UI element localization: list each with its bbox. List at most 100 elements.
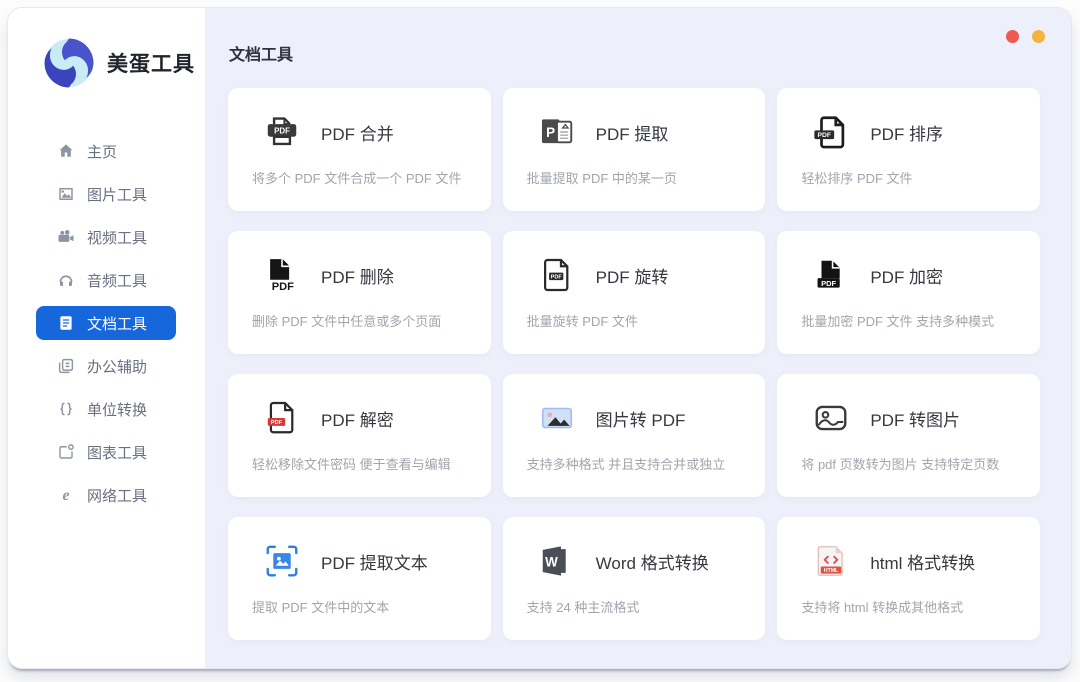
chart-tools-icon	[57, 443, 75, 461]
video-tools-icon	[57, 228, 75, 246]
card-image-to-pdf[interactable]: 图片转 PDF 支持多种格式 并且支持合并或独立	[503, 374, 766, 497]
card-title: PDF 解密	[321, 406, 394, 431]
sidebar-item-office-assist[interactable]: 办公辅助	[36, 349, 176, 383]
card-title: 图片转 PDF	[596, 406, 686, 431]
tools-grid: PDFPDF 合并将多个 PDF 文件合成一个 PDF 文件PPDF 提取批量提…	[228, 88, 1040, 640]
card-head: PDF PDF 排序	[777, 88, 1040, 151]
card-word-convert[interactable]: WWord 格式转换支持 24 种主流格式	[503, 517, 766, 640]
card-title: html 格式转换	[870, 549, 975, 574]
card-pdf-delete[interactable]: PDF PDF 删除删除 PDF 文件中任意或多个页面	[228, 231, 491, 354]
sidebar-item-label: 办公辅助	[87, 356, 147, 377]
sidebar-item-video-tools[interactable]: 视频工具	[36, 220, 176, 254]
card-title: PDF 排序	[870, 120, 943, 145]
card-desc: 批量加密 PDF 文件 支持多种模式	[777, 311, 1040, 330]
pdf-delete-icon: PDF	[263, 256, 301, 294]
card-html-convert[interactable]: HTML html 格式转换支持将 html 转换成其他格式	[777, 517, 1040, 640]
sidebar-item-document-tools[interactable]: 文档工具	[36, 306, 176, 340]
card-head: PDF PDF 加密	[777, 231, 1040, 294]
card-pdf-extract-text[interactable]: PDF 提取文本提取 PDF 文件中的文本	[228, 517, 491, 640]
sidebar: 美蛋工具 主页图片工具视频工具音频工具文档工具办公辅助单位转换图表工具 e 网络工具	[8, 8, 205, 668]
sidebar-item-label: 文档工具	[87, 313, 147, 334]
sidebar-item-unit-convert[interactable]: 单位转换	[36, 392, 176, 426]
card-head: PDF PDF 删除	[228, 231, 491, 294]
svg-text:PDF: PDF	[821, 279, 836, 288]
card-head: 图片转 PDF	[503, 374, 766, 437]
card-desc: 支持多种格式 并且支持合并或独立	[503, 454, 766, 473]
card-pdf-decrypt[interactable]: PDF PDF 解密轻松移除文件密码 便于查看与编辑	[228, 374, 491, 497]
svg-text:PDF: PDF	[550, 274, 562, 280]
card-title: PDF 提取	[596, 120, 669, 145]
unit-convert-icon	[57, 400, 75, 418]
pdf-rotate-icon: PDF	[538, 256, 576, 294]
card-pdf-merge[interactable]: PDFPDF 合并将多个 PDF 文件合成一个 PDF 文件	[228, 88, 491, 211]
document-tools-icon	[57, 314, 75, 332]
word-convert-icon: W	[538, 542, 576, 580]
sidebar-item-audio-tools[interactable]: 音频工具	[36, 263, 176, 297]
card-title: PDF 合并	[321, 120, 394, 145]
window-dots	[1006, 30, 1045, 43]
sidebar-item-label: 视频工具	[87, 227, 147, 248]
card-title: PDF 加密	[870, 263, 943, 288]
sidebar-item-label: 单位转换	[87, 399, 147, 420]
card-desc: 支持 24 种主流格式	[503, 597, 766, 616]
card-head: PDF PDF 合并	[228, 88, 491, 151]
card-head: WWord 格式转换	[503, 517, 766, 580]
sidebar-item-home[interactable]: 主页	[36, 134, 176, 168]
pdf-encrypt-icon: PDF	[812, 256, 850, 294]
red-dot[interactable]	[1006, 30, 1019, 43]
card-desc: 提取 PDF 文件中的文本	[228, 597, 491, 616]
image-to-pdf-icon	[538, 399, 576, 437]
app-logo: 美蛋工具	[8, 8, 205, 92]
app-title: 美蛋工具	[107, 48, 195, 78]
card-head: P PDF 提取	[503, 88, 766, 151]
pdf-merge-icon: PDF	[263, 113, 301, 151]
svg-text:PDF: PDF	[271, 420, 283, 426]
card-pdf-encrypt[interactable]: PDF PDF 加密批量加密 PDF 文件 支持多种模式	[777, 231, 1040, 354]
sidebar-item-chart-tools[interactable]: 图表工具	[36, 435, 176, 469]
card-title: PDF 提取文本	[321, 549, 428, 574]
image-tools-icon	[57, 185, 75, 203]
swirl-logo-icon	[40, 34, 98, 92]
card-title: PDF 删除	[321, 263, 394, 288]
card-desc: 轻松移除文件密码 便于查看与编辑	[228, 454, 491, 473]
card-pdf-rotate[interactable]: PDF PDF 旋转批量旋转 PDF 文件	[503, 231, 766, 354]
card-desc: 批量旋转 PDF 文件	[503, 311, 766, 330]
pdf-extract-text-icon	[263, 542, 301, 580]
sidebar-item-label: 主页	[87, 141, 117, 162]
sidebar-item-network-tools[interactable]: e 网络工具	[36, 478, 176, 512]
card-head: HTML html 格式转换	[777, 517, 1040, 580]
card-desc: 批量提取 PDF 中的某一页	[503, 168, 766, 187]
sidebar-item-image-tools[interactable]: 图片工具	[36, 177, 176, 211]
page-title: 文档工具	[229, 41, 293, 65]
card-desc: 将 pdf 页数转为图片 支持特定页数	[777, 454, 1040, 473]
card-desc: 轻松排序 PDF 文件	[777, 168, 1040, 187]
pdf-sort-icon: PDF	[812, 113, 850, 151]
card-head: PDF PDF 解密	[228, 374, 491, 437]
main-panel: 文档工具 PDFPDF 合并将多个 PDF 文件合成一个 PDF 文件PPDF …	[205, 8, 1071, 668]
sidebar-item-label: 网络工具	[87, 485, 147, 506]
card-pdf-extract[interactable]: P PDF 提取批量提取 PDF 中的某一页	[503, 88, 766, 211]
sidebar-item-label: 图表工具	[87, 442, 147, 463]
svg-text:HTML: HTML	[824, 568, 838, 574]
yellow-dot[interactable]	[1032, 30, 1045, 43]
card-pdf-to-image[interactable]: PDF 转图片将 pdf 页数转为图片 支持特定页数	[777, 374, 1040, 497]
pdf-extract-icon: P	[538, 113, 576, 151]
card-desc: 支持将 html 转换成其他格式	[777, 597, 1040, 616]
svg-text:W: W	[545, 555, 558, 570]
svg-text:PDF: PDF	[818, 132, 831, 139]
app-window: 美蛋工具 主页图片工具视频工具音频工具文档工具办公辅助单位转换图表工具e网络工具…	[8, 8, 1071, 668]
network-tools-icon: e	[57, 486, 75, 504]
svg-text:PDF: PDF	[274, 127, 290, 136]
card-head: PDF PDF 旋转	[503, 231, 766, 294]
card-title: PDF 旋转	[596, 263, 669, 288]
card-title: PDF 转图片	[870, 406, 960, 431]
svg-text:PDF: PDF	[272, 281, 294, 293]
pdf-decrypt-icon: PDF	[263, 399, 301, 437]
sidebar-item-label: 音频工具	[87, 270, 147, 291]
html-convert-icon: HTML	[812, 542, 850, 580]
card-head: PDF 转图片	[777, 374, 1040, 437]
card-desc: 删除 PDF 文件中任意或多个页面	[228, 311, 491, 330]
home-icon	[57, 142, 75, 160]
office-assist-icon	[57, 357, 75, 375]
card-pdf-sort[interactable]: PDF PDF 排序轻松排序 PDF 文件	[777, 88, 1040, 211]
